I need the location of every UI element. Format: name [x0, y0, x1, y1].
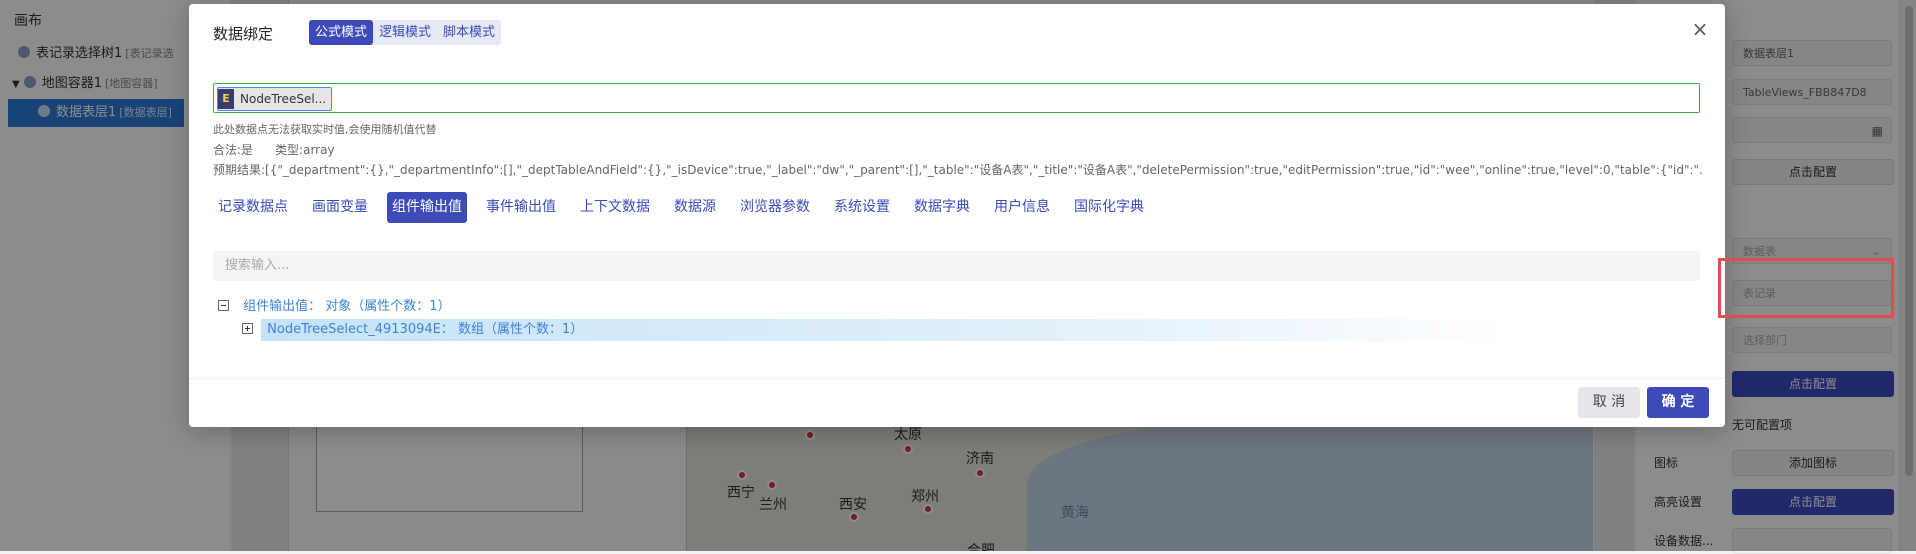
mode-switch: 公式模式 逻辑模式 脚本模式 — [309, 20, 502, 45]
tab-record-points[interactable]: 记录数据点 — [213, 192, 293, 223]
expand-icon[interactable] — [242, 323, 253, 334]
tree-child-node[interactable]: NodeTreeSelect_4913094E： 数组（属性个数：1） — [242, 318, 583, 342]
tab-component-output[interactable]: 组件输出值 — [387, 192, 467, 223]
mode-formula[interactable]: 公式模式 — [309, 20, 374, 45]
random-value-hint: 此处数据点无法获取实时值,会使用随机值代替 — [213, 123, 437, 136]
ok-button[interactable]: 确 定 — [1647, 387, 1709, 418]
validation-info: 合法:是 类型:array — [213, 141, 335, 158]
mode-logic[interactable]: 逻辑模式 — [373, 20, 437, 45]
formula-token[interactable]: E NodeTreeSel... — [217, 87, 333, 111]
dialog-title: 数据绑定 — [213, 25, 274, 43]
collapse-icon[interactable] — [218, 300, 229, 311]
formula-input[interactable]: E NodeTreeSel... — [213, 83, 1700, 113]
expression-icon: E — [218, 89, 234, 109]
close-icon[interactable]: × — [1689, 18, 1711, 40]
tab-data-dictionary[interactable]: 数据字典 — [909, 192, 975, 223]
tab-system-settings[interactable]: 系统设置 — [829, 192, 895, 223]
search-input[interactable]: 搜索输入... — [213, 251, 1700, 281]
tab-screen-variables[interactable]: 画面变量 — [307, 192, 373, 223]
expected-result: 预期结果:[{"_department":{},"_departmentInfo… — [213, 163, 1703, 177]
tab-user-info[interactable]: 用户信息 — [989, 192, 1055, 223]
tree-root-node[interactable]: 组件输出值： 对象（属性个数：1） — [218, 295, 451, 319]
footer-divider — [189, 378, 1725, 379]
token-label: NodeTreeSel... — [240, 92, 327, 106]
legal-status: 合法:是 — [213, 143, 254, 157]
mode-script[interactable]: 脚本模式 — [437, 20, 501, 45]
highlight-box — [1718, 258, 1894, 318]
cancel-button[interactable]: 取 消 — [1578, 387, 1640, 418]
tab-event-output[interactable]: 事件输出值 — [481, 192, 561, 223]
data-binding-dialog: 数据绑定 公式模式 逻辑模式 脚本模式 × E NodeTreeSel... 此… — [189, 4, 1725, 427]
tab-i18n-dictionary[interactable]: 国际化字典 — [1069, 192, 1149, 223]
tab-context-data[interactable]: 上下文数据 — [575, 192, 655, 223]
type-info: 类型:array — [275, 143, 335, 157]
tab-browser-params[interactable]: 浏览器参数 — [735, 192, 815, 223]
tab-data-source[interactable]: 数据源 — [669, 192, 721, 223]
source-tabs: 记录数据点 画面变量 组件输出值 事件输出值 上下文数据 数据源 浏览器参数 系… — [213, 192, 1163, 223]
